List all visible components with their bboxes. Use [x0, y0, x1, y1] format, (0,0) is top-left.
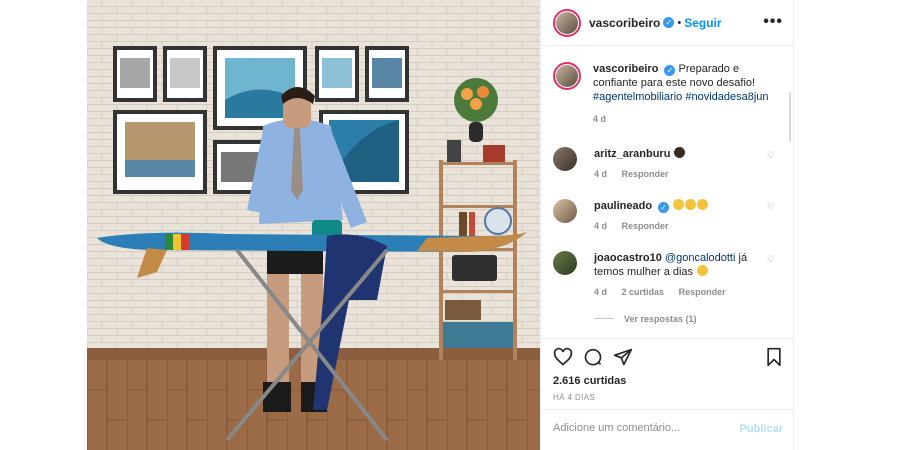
comment-time: 4 d — [594, 169, 608, 179]
couple-emoji-icon — [674, 147, 686, 158]
reply-button[interactable]: Responder — [622, 221, 669, 231]
caption-avatar[interactable] — [553, 62, 581, 90]
post-actions: 2.616 curtidas HÁ 4 DIAS — [541, 338, 795, 408]
instagram-post-page: vascoribeiro ✓ • Seguir ••• vascoribeiro… — [0, 0, 900, 450]
comment-meta: 4 d Responder — [594, 169, 783, 179]
caption-username[interactable]: vascoribeiro — [593, 63, 658, 75]
heart-icon[interactable] — [553, 347, 573, 367]
comment-meta: 4 d Responder — [594, 221, 783, 231]
comment-time: 4 d — [594, 287, 608, 297]
heart-icon[interactable]: ♡ — [767, 150, 775, 161]
reply-button[interactable]: Responder — [679, 287, 726, 297]
replies-divider — [594, 318, 614, 319]
separator-dot: • — [677, 16, 682, 29]
comment-meta: 4 d 2 curtidas Responder — [594, 287, 783, 297]
publish-button[interactable]: Publicar — [740, 423, 783, 435]
follow-button[interactable]: Seguir — [684, 16, 721, 30]
comment-icon[interactable] — [583, 347, 603, 367]
post-photo[interactable] — [87, 0, 540, 450]
avatar[interactable] — [553, 147, 577, 171]
comment-username[interactable]: joaocastro10 — [594, 252, 662, 264]
laughing-emoji-icon — [697, 199, 709, 210]
comment-item: joaocastro10 @goncalodotti já temos mulh… — [553, 251, 783, 297]
post-header: vascoribeiro ✓ • Seguir ••• — [541, 0, 795, 46]
avatar[interactable] — [553, 251, 577, 275]
verified-icon: ✓ — [664, 65, 676, 76]
post-image-illustration — [87, 0, 540, 450]
more-options-icon[interactable]: ••• — [763, 13, 783, 31]
comment-item: paulineado ✓ 4 d Responder ♡ — [553, 199, 783, 231]
heart-icon[interactable]: ♡ — [767, 202, 775, 213]
laughing-emoji-icon — [697, 265, 709, 276]
comment-likes[interactable]: 2 curtidas — [622, 287, 665, 297]
comments-list: vascoribeiro ✓ Preparado e confiante par… — [541, 52, 795, 337]
avatar[interactable] — [553, 199, 577, 223]
action-icons — [553, 347, 633, 367]
laughing-emoji-icon — [685, 199, 697, 210]
caption-time: 4 d — [593, 114, 607, 124]
reply-button[interactable]: Responder — [622, 169, 669, 179]
comment-input[interactable] — [553, 422, 733, 434]
view-replies-button[interactable]: Ver respostas (1) — [594, 314, 697, 324]
laughing-emoji-icon — [673, 199, 685, 210]
comment-item: aritz_aranburu 4 d Responder ♡ — [553, 147, 783, 179]
likes-count[interactable]: 2.616 curtidas — [553, 375, 626, 387]
comment-time: 4 d — [594, 221, 608, 231]
add-comment-bar: Publicar — [541, 409, 795, 450]
avatar[interactable] — [553, 8, 581, 37]
verified-icon: ✓ — [658, 202, 670, 213]
comment-mention[interactable]: @goncalodotti — [665, 252, 736, 264]
bookmark-icon[interactable] — [765, 347, 783, 367]
heart-icon[interactable]: ♡ — [767, 254, 775, 265]
share-icon[interactable] — [613, 347, 633, 367]
comment-username[interactable]: aritz_aranburu — [594, 148, 670, 160]
header-username[interactable]: vascoribeiro — [589, 16, 660, 30]
post-side-panel: vascoribeiro ✓ • Seguir ••• vascoribeiro… — [540, 0, 795, 450]
caption-hashtags[interactable]: #agentelmobiliario #novidadesa8jun — [593, 91, 769, 103]
verified-icon: ✓ — [663, 17, 675, 28]
comment-username[interactable]: paulineado — [594, 200, 652, 212]
caption: vascoribeiro ✓ Preparado e confiante par… — [553, 62, 783, 124]
comments-scrollbar[interactable] — [789, 92, 791, 142]
posted-time: HÁ 4 DIAS — [553, 393, 596, 402]
